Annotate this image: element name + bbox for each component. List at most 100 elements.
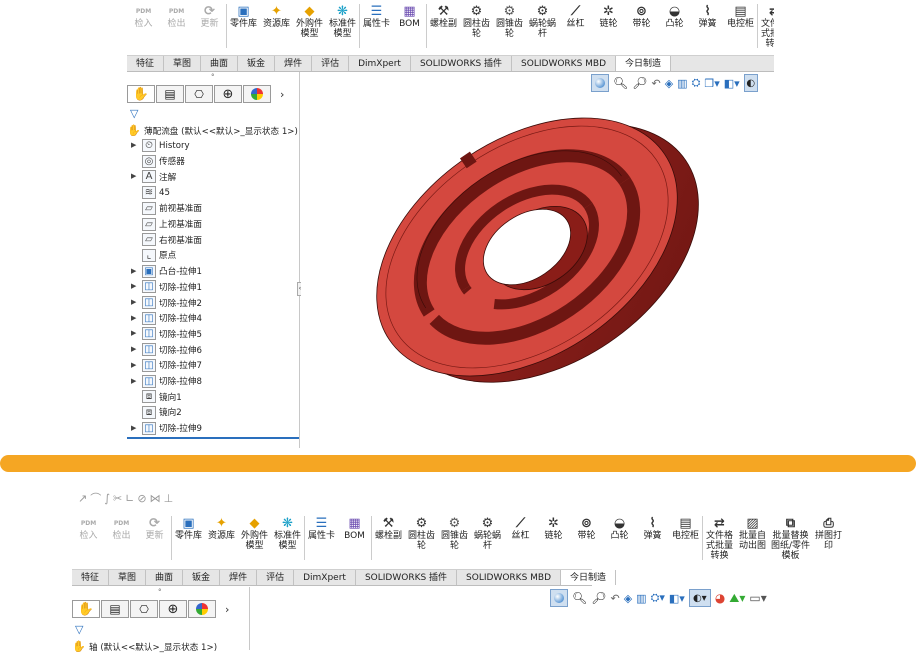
tree-item[interactable]: ⧈ 镜向1: [142, 389, 182, 404]
previous-view-icon[interactable]: ↶: [610, 589, 619, 607]
ribbon-button[interactable]: ⚙ 圆柱齿 轮: [405, 512, 438, 551]
ribbon-button[interactable]: ❋ 标准件 模型: [271, 512, 304, 551]
panel-tabs-more-arrow[interactable]: ›: [280, 88, 284, 101]
ribbon-button[interactable]: ▤ 电控柜: [724, 0, 757, 29]
ribbon-button[interactable]: ◆ 外购件 模型: [293, 0, 326, 39]
ribbon-button[interactable]: ⊚ 带轮: [625, 0, 658, 29]
tree-item[interactable]: ◫ 切除-拉伸1: [142, 279, 202, 294]
tab-dimxpert-manager[interactable]: ⊕: [159, 600, 187, 618]
ribbon-button[interactable]: ⇄文件格 式批量 转换: [758, 0, 774, 49]
command-tab[interactable]: 钣金: [238, 56, 276, 71]
tree-item[interactable]: ⌞ 原点: [142, 248, 176, 263]
monitor-icon[interactable]: ▭▾: [749, 589, 766, 607]
ribbon-button[interactable]: ⚒ 螺栓副: [372, 512, 405, 541]
tree-item[interactable]: ▱ 右视基准面: [142, 232, 202, 247]
tab-configuration-manager[interactable]: ⎔: [185, 85, 213, 103]
ribbon-button[interactable]: ⚙ 圆锥齿 轮: [438, 512, 471, 551]
ribbon-button[interactable]: ✲ 链轮: [592, 0, 625, 29]
command-tab[interactable]: SOLIDWORKS 插件: [356, 570, 458, 585]
command-tab[interactable]: 特征: [72, 570, 110, 585]
command-tab[interactable]: DimXpert: [294, 570, 356, 585]
sketch-mirror-icon[interactable]: ⋈: [150, 492, 164, 505]
ribbon-button[interactable]: ◒ 凸轮: [658, 0, 691, 29]
ribbon-button[interactable]: ▨ 批量自 动出图: [736, 512, 769, 551]
ribbon-button[interactable]: ⚙ 蜗轮蜗 杆: [526, 0, 559, 39]
ribbon-button[interactable]: ⇄文件格 式批量 转换: [703, 512, 736, 561]
tree-root[interactable]: ✋ 薄配流盘 (默认<<默认>_显示状态 1>): [127, 123, 298, 138]
command-tab[interactable]: 曲面: [201, 56, 239, 71]
edit-appearance-icon[interactable]: ◐▾: [688, 589, 711, 607]
ribbon-button[interactable]: ▣ 零件库: [227, 0, 260, 29]
expand-arrow-icon[interactable]: ▶: [131, 361, 136, 369]
panel-tabs-more-arrow[interactable]: ›: [225, 603, 229, 616]
apply-scene-icon[interactable]: ◕: [715, 589, 725, 607]
sketch-arc-icon[interactable]: ⌒: [90, 492, 104, 505]
view-settings-icon[interactable]: ⛰▾: [729, 589, 745, 607]
tab-feature-manager[interactable]: ✋: [72, 600, 100, 618]
ribbon-button[interactable]: ⌇ 弹簧: [691, 0, 724, 29]
tab-property-manager[interactable]: ▤: [156, 85, 184, 103]
tree-root[interactable]: ✋ 轴 (默认<<默认>_显示状态 1>): [72, 639, 217, 654]
ribbon-button[interactable]: PDM 检入: [72, 512, 105, 541]
tab-property-manager[interactable]: ▤: [101, 600, 129, 618]
ribbon-button[interactable]: ⟳ 更新: [138, 512, 171, 541]
command-tab[interactable]: SOLIDWORKS MBD: [457, 570, 562, 585]
tree-item[interactable]: ⏲ History: [142, 138, 190, 153]
tab-feature-manager[interactable]: ✋: [127, 85, 155, 103]
tree-item[interactable]: ◫ 切除-拉伸6: [142, 342, 202, 357]
tree-item[interactable]: ◫ 切除-拉伸8: [142, 374, 202, 389]
sketch-dimension-icon[interactable]: ∟: [125, 492, 137, 505]
ribbon-button[interactable]: ⚙ 蜗轮蜗 杆: [471, 512, 504, 551]
command-tab[interactable]: 评估: [312, 56, 350, 71]
expand-arrow-icon[interactable]: ▶: [131, 282, 136, 290]
tab-display-manager[interactable]: [243, 85, 271, 103]
hide-show-icon[interactable]: ◧▾: [669, 589, 685, 607]
tree-item[interactable]: ◎ 传感器: [142, 154, 185, 169]
display-style-icon[interactable]: ⛭▾: [651, 589, 665, 607]
view-orientation-icon[interactable]: [550, 589, 568, 607]
tab-dimxpert-manager[interactable]: ⊕: [214, 85, 242, 103]
ribbon-button[interactable]: ⟋ 丝杠: [504, 512, 537, 541]
tab-display-manager[interactable]: [188, 600, 216, 618]
dynamic-annotation-icon[interactable]: ▥: [636, 589, 646, 607]
expand-arrow-icon[interactable]: ▶: [131, 267, 136, 275]
filter-icon[interactable]: ▽: [75, 623, 83, 636]
command-tab[interactable]: 焊件: [220, 570, 258, 585]
sketch-offset-icon[interactable]: ⊘: [137, 492, 149, 505]
ribbon-button[interactable]: ✎批量属 性编辑 工具: [845, 512, 848, 561]
ribbon-button[interactable]: ▤ 电控柜: [669, 512, 702, 541]
command-tab[interactable]: 今日制造: [561, 570, 617, 585]
command-tab[interactable]: SOLIDWORKS MBD: [512, 56, 617, 71]
ribbon-button[interactable]: ◆ 外购件 模型: [238, 512, 271, 551]
command-tab[interactable]: 焊件: [275, 56, 313, 71]
ribbon-button[interactable]: ❋ 标准件 模型: [326, 0, 359, 39]
sketch-trim-icon[interactable]: ✂: [113, 492, 125, 505]
command-tab[interactable]: 今日制造: [616, 56, 672, 71]
tree-item[interactable]: ▱ 前视基准面: [142, 201, 202, 216]
tree-item[interactable]: ◫ 切除-拉伸2: [142, 295, 202, 310]
command-tab[interactable]: 草图: [164, 56, 202, 71]
tree-item[interactable]: ▣ 凸台-拉伸1: [142, 264, 202, 279]
expand-arrow-icon[interactable]: ▶: [131, 345, 136, 353]
command-tab[interactable]: 特征: [127, 56, 165, 71]
filter-icon[interactable]: ▽: [130, 107, 138, 120]
ribbon-button[interactable]: PDM 检出: [160, 0, 193, 29]
sketch-relation-icon[interactable]: ⊥: [164, 492, 177, 505]
zoom-area-icon[interactable]: 🔎︎: [591, 589, 606, 607]
sketch-line-icon[interactable]: ↗: [78, 492, 90, 505]
ribbon-button[interactable]: ☰ 属性卡: [305, 512, 338, 541]
ribbon-button[interactable]: ⊚ 带轮: [570, 512, 603, 541]
ribbon-button[interactable]: ⚙ 圆锥齿 轮: [493, 0, 526, 39]
ribbon-button[interactable]: ✲ 链轮: [537, 512, 570, 541]
sketch-spline-icon[interactable]: ∫: [104, 492, 113, 505]
expand-arrow-icon[interactable]: ▶: [131, 424, 136, 432]
tab-configuration-manager[interactable]: ⎔: [130, 600, 158, 618]
tree-item[interactable]: ⧈ 镜向2: [142, 405, 182, 420]
command-tab[interactable]: 钣金: [183, 570, 221, 585]
ribbon-button[interactable]: ◒ 凸轮: [603, 512, 636, 541]
tree-item[interactable]: ≋ 45: [142, 185, 170, 200]
command-tab[interactable]: 评估: [257, 570, 295, 585]
tree-item[interactable]: A 注解: [142, 169, 176, 184]
tree-item[interactable]: ◫ 切除-拉伸4: [142, 311, 202, 326]
section-view-icon[interactable]: ◈: [624, 589, 632, 607]
